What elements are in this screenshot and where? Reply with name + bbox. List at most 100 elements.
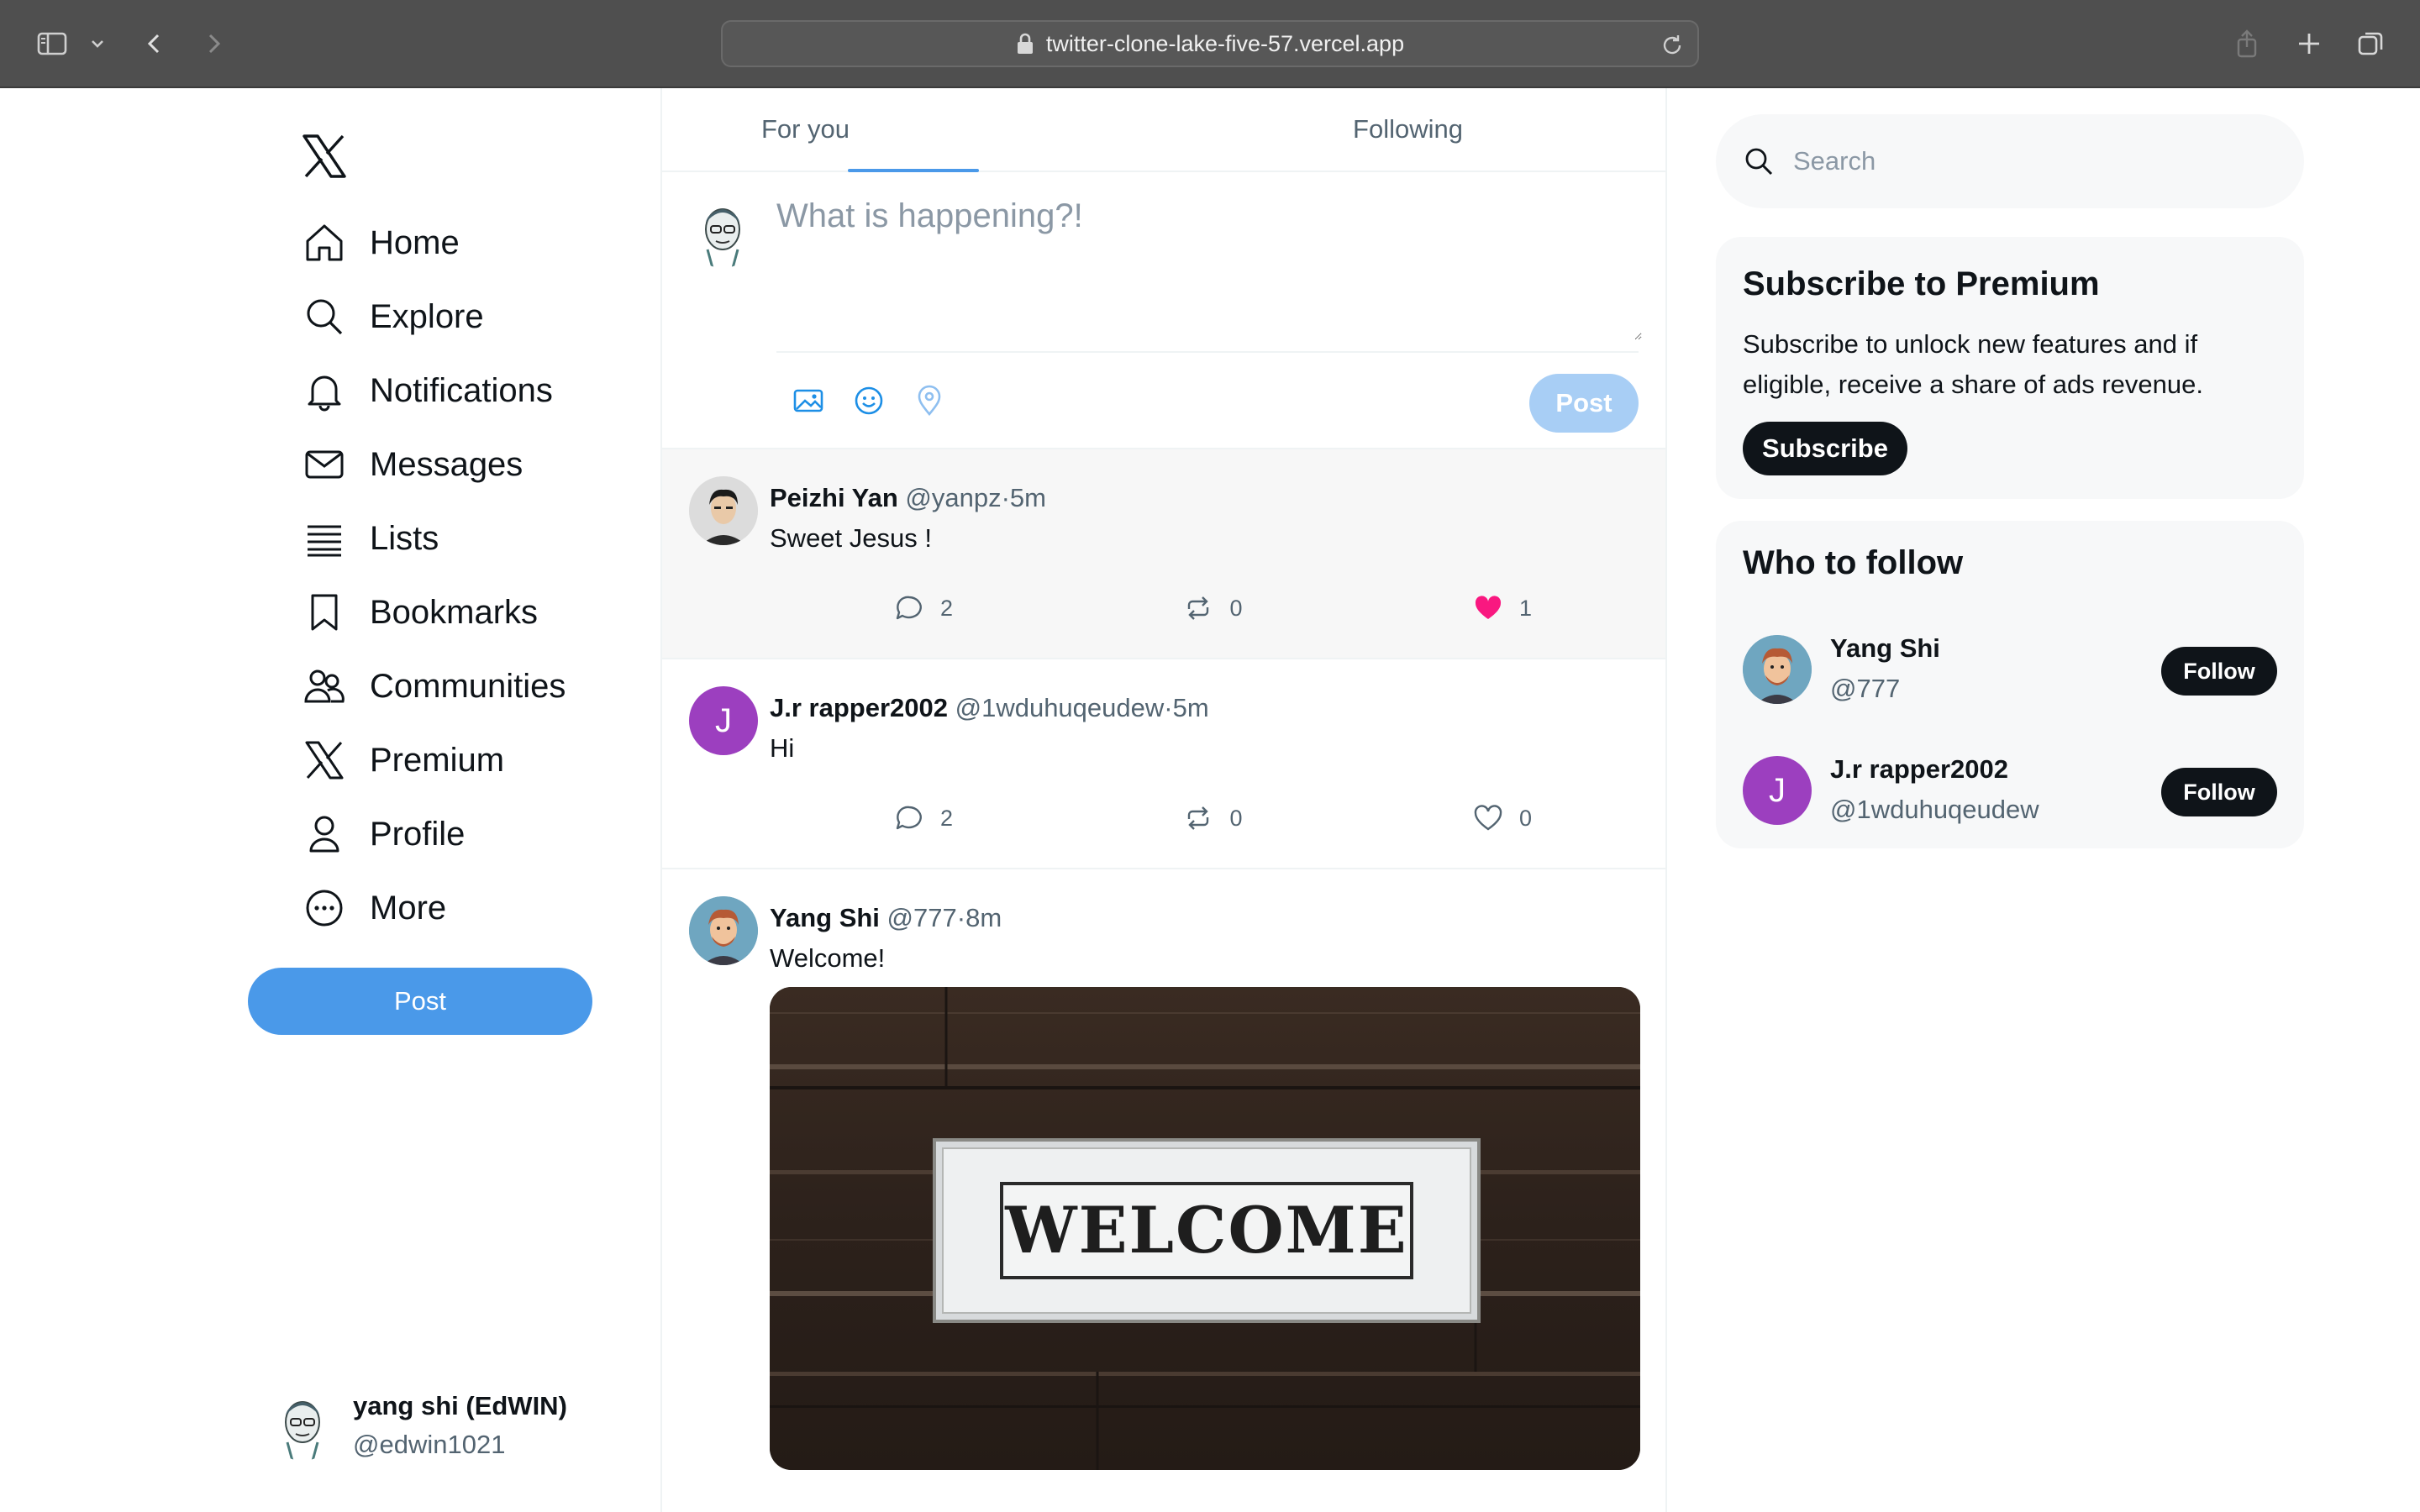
compose-post-button[interactable]: Post <box>1529 374 1639 433</box>
tweet-time: ·5m <box>1164 693 1209 722</box>
compose-box: Post <box>662 172 1665 449</box>
tweet-text: Hi <box>770 733 795 763</box>
reply-icon <box>896 806 922 830</box>
tab-for-you[interactable]: For you <box>662 88 1164 171</box>
search-icon <box>1745 148 1773 176</box>
tweet[interactable]: Yang Shi @777·8m Welcome! WELCOME <box>662 869 1665 1491</box>
tweet[interactable]: J J.r rapper2002 @1wduhuqeudew·5m Hi 2 0… <box>662 659 1665 869</box>
avatar[interactable]: J <box>689 686 758 755</box>
search-input[interactable] <box>1793 146 2264 176</box>
reply-count: 2 <box>940 595 954 621</box>
tweet[interactable]: Peizhi Yan @yanpz·5m Sweet Jesus ! 2 0 1 <box>662 449 1665 659</box>
tweet-author-name[interactable]: Peizhi Yan <box>770 483 898 512</box>
premium-description: Subscribe to unlock new features and if … <box>1743 329 2203 399</box>
like-count: 1 <box>1518 595 1532 621</box>
tweet-image[interactable]: WELCOME <box>770 987 1640 1470</box>
retweet-icon <box>1188 596 1209 620</box>
nav-item-communities[interactable]: Communities <box>302 649 566 723</box>
address-bar[interactable]: twitter-clone-lake-five-57.vercel.app <box>721 20 1699 67</box>
retweet-button[interactable]: 0 <box>1182 592 1243 624</box>
back-icon[interactable] <box>134 24 175 64</box>
share-icon[interactable] <box>2227 24 2267 64</box>
emoji-icon[interactable] <box>850 382 887 419</box>
like-button[interactable]: 0 <box>1472 802 1532 834</box>
heart-filled-icon <box>1475 596 1502 619</box>
nav-item-more[interactable]: More <box>302 871 566 945</box>
tweet-header: Yang Shi @777·8m <box>770 903 1002 933</box>
more-circle-icon <box>306 890 343 927</box>
nav-item-label: Home <box>370 223 460 261</box>
tweet-text: Welcome! <box>770 943 886 973</box>
tab-overview-icon[interactable] <box>2351 24 2391 64</box>
tweet-author-name[interactable]: J.r rapper2002 <box>770 693 948 722</box>
avatar <box>687 197 758 268</box>
sidebar-toggle-icon[interactable] <box>32 24 72 64</box>
browser-toolbar: twitter-clone-lake-five-57.vercel.app <box>0 0 2420 88</box>
search-box[interactable] <box>1716 114 2304 208</box>
reply-icon <box>896 596 922 620</box>
nav-item-notifications[interactable]: Notifications <box>302 354 566 428</box>
nav-item-premium[interactable]: Premium <box>302 723 566 797</box>
nav-item-lists[interactable]: Lists <box>302 501 566 575</box>
follow-suggestion[interactable]: Yang Shi @777 Follow <box>1743 633 2277 706</box>
follow-button[interactable]: Follow <box>2161 768 2277 816</box>
nav-item-bookmarks[interactable]: Bookmarks <box>302 575 566 649</box>
avatar[interactable] <box>689 896 758 965</box>
nav-item-label: Notifications <box>370 371 553 409</box>
nav-item-label: Premium <box>370 741 505 779</box>
suggestion-handle: @1wduhuqeudew <box>1830 795 2039 824</box>
nav-item-label: Profile <box>370 815 466 853</box>
people-icon <box>304 669 345 703</box>
avatar[interactable] <box>689 476 758 545</box>
subscribe-button[interactable]: Subscribe <box>1743 422 1907 475</box>
nav-item-messages[interactable]: Messages <box>302 428 566 501</box>
like-count: 0 <box>1518 805 1532 831</box>
search-icon <box>307 299 343 335</box>
retweet-count: 0 <box>1229 805 1243 831</box>
follow-button[interactable]: Follow <box>2161 647 2277 696</box>
account-name: yang shi (EdWIN) <box>353 1391 567 1420</box>
premium-card: Subscribe to Premium Subscribe to unlock… <box>1716 237 2304 499</box>
tweet-author-name[interactable]: Yang Shi <box>770 903 880 932</box>
follow-suggestion[interactable]: J J.r rapper2002 @1wduhuqeudew Follow <box>1743 754 2277 827</box>
chevron-down-icon[interactable] <box>77 24 118 64</box>
nav-item-label: Communities <box>370 667 566 705</box>
suggestion-name: J.r rapper2002 <box>1830 754 2008 784</box>
person-icon <box>309 816 339 853</box>
tweet-actions: 2 0 1 <box>893 592 1532 624</box>
nav-item-explore[interactable]: Explore <box>302 280 566 354</box>
image-icon[interactable] <box>790 382 827 419</box>
location-icon[interactable] <box>911 382 948 419</box>
bookmark-icon <box>311 594 338 631</box>
retweet-icon <box>1188 806 1209 830</box>
timeline: For you Following Post Peizhi Yan @ <box>660 88 1667 1512</box>
post-button[interactable]: Post <box>248 968 592 1035</box>
tweet-actions: 2 0 0 <box>893 802 1532 834</box>
home-icon <box>306 224 343 261</box>
like-button[interactable]: 1 <box>1472 592 1532 624</box>
retweet-count: 0 <box>1229 595 1243 621</box>
nav-item-profile[interactable]: Profile <box>302 797 566 871</box>
nav-item-label: More <box>370 889 447 927</box>
account-handle: @edwin1021 <box>353 1430 506 1459</box>
tweet-header: Peizhi Yan @yanpz·5m <box>770 483 1046 513</box>
tab-following[interactable]: Following <box>1164 88 1665 171</box>
tweet-text: Sweet Jesus ! <box>770 523 932 553</box>
tweet-author-handle: @yanpz <box>905 483 1002 512</box>
forward-icon[interactable] <box>193 24 234 64</box>
x-logo-icon[interactable] <box>301 133 348 180</box>
new-tab-icon[interactable] <box>2289 24 2329 64</box>
premium-title: Subscribe to Premium <box>1743 265 2100 302</box>
account-switcher[interactable]: yang shi (EdWIN) @edwin1021 <box>267 1390 567 1461</box>
retweet-button[interactable]: 0 <box>1182 802 1243 834</box>
reply-button[interactable]: 2 <box>893 802 953 834</box>
bell-icon <box>308 375 341 412</box>
mail-icon <box>305 450 344 479</box>
reload-icon[interactable] <box>1659 32 1686 59</box>
tweet-header: J.r rapper2002 @1wduhuqeudew·5m <box>770 693 1209 723</box>
nav-item-home[interactable]: Home <box>302 206 566 280</box>
lock-icon <box>1017 33 1033 54</box>
avatar <box>1743 635 1812 704</box>
compose-input[interactable] <box>776 197 1642 340</box>
reply-button[interactable]: 2 <box>893 592 953 624</box>
